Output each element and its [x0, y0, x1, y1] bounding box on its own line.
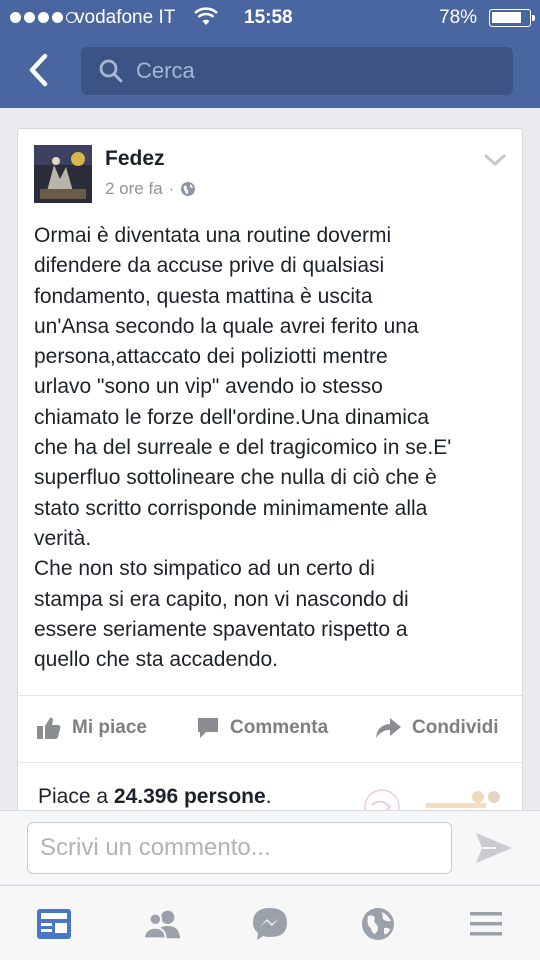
post-meta: 2 ore fa ·	[105, 179, 196, 199]
share-button[interactable]: Condividi	[374, 716, 499, 740]
chevron-down-icon[interactable]	[484, 153, 506, 167]
like-label: Mi piace	[72, 717, 147, 738]
menu-icon	[470, 912, 502, 936]
comment-bar	[0, 810, 540, 884]
globe-icon	[362, 908, 394, 940]
comment-button[interactable]: Commenta	[196, 716, 328, 740]
likes-summary[interactable]: Piace a 24.396 persone.	[38, 785, 272, 809]
back-button[interactable]	[18, 50, 58, 90]
likes-count: 24.396 persone	[113, 785, 266, 808]
messenger-icon	[253, 908, 287, 940]
send-icon[interactable]	[474, 831, 514, 865]
tab-bar	[0, 885, 540, 960]
tab-more[interactable]	[466, 906, 506, 942]
battery-percentage: 78%	[439, 7, 478, 28]
post-time[interactable]: 2 ore fa	[105, 179, 163, 199]
search-icon	[99, 59, 123, 83]
likes-suffix: .	[265, 785, 272, 808]
carrier-name: vodafone IT	[75, 7, 176, 28]
like-button[interactable]: Mi piace	[36, 716, 147, 740]
comment-label: Commenta	[230, 717, 329, 738]
tab-messenger[interactable]	[250, 906, 290, 942]
share-icon	[376, 718, 401, 738]
tab-friend-requests[interactable]	[142, 906, 182, 942]
tab-news-feed[interactable]	[34, 906, 74, 942]
wifi-icon	[194, 7, 218, 25]
post-card: Fedez 2 ore fa · Ormai è diventata una r…	[17, 128, 523, 825]
status-bar: vodafone IT 15:58 78%	[0, 0, 540, 36]
clock: 15:58	[244, 7, 293, 28]
share-label: Condividi	[412, 717, 499, 738]
news-feed-icon	[37, 909, 71, 939]
post-text: Ormai è diventata una routine dovermi di…	[34, 224, 452, 672]
globe-icon	[181, 182, 196, 196]
post-actions: Mi piace Commenta Condividi	[18, 695, 522, 763]
search-input[interactable]	[136, 58, 496, 84]
battery-icon	[489, 9, 535, 27]
avatar[interactable]	[34, 145, 92, 203]
tab-notifications[interactable]	[358, 906, 398, 942]
friends-icon	[142, 910, 181, 940]
comment-input[interactable]	[27, 822, 452, 874]
chevron-left-icon	[29, 53, 48, 87]
likes-prefix: Piace a	[38, 785, 114, 808]
search-bar[interactable]	[81, 47, 513, 95]
signal-strength-icon	[10, 12, 77, 23]
post-author[interactable]: Fedez	[105, 147, 165, 171]
avatar-image	[34, 145, 92, 203]
thumbs-up-icon	[37, 717, 61, 739]
top-bar: vodafone IT 15:58 78%	[0, 0, 540, 108]
meta-separator: ·	[168, 179, 175, 198]
comment-icon	[198, 718, 218, 738]
